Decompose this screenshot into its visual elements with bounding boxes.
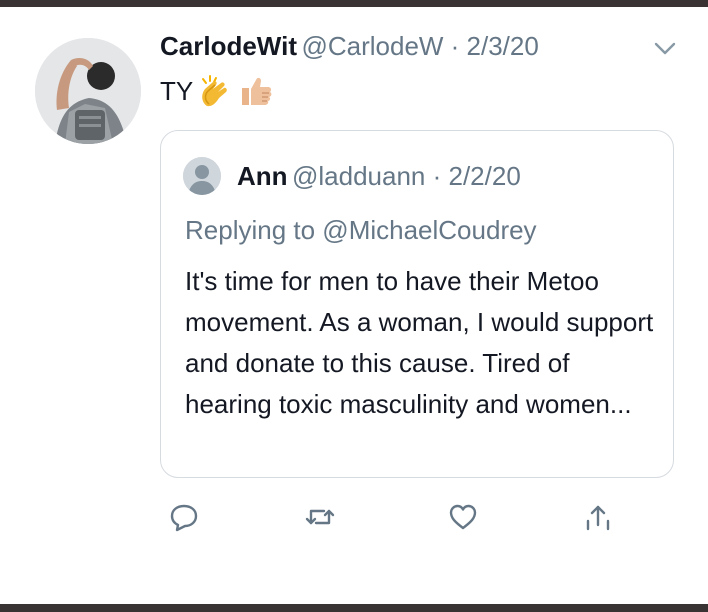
quoted-tweet-header: Ann @ladduann · 2/2/20: [237, 161, 521, 192]
tweet-header: CarlodeWit @CarlodeW · 2/3/20: [160, 31, 690, 65]
heart-icon: [449, 504, 477, 530]
chevron-down-icon[interactable]: [650, 37, 680, 59]
retweet-icon: [305, 509, 335, 525]
quoted-tweet-text: It's time for men to have their Metoo mo…: [185, 266, 654, 419]
quoted-display-name[interactable]: Ann: [237, 161, 288, 191]
replying-to[interactable]: Replying to @MichaelCoudrey: [185, 215, 537, 246]
default-avatar-icon[interactable]: [183, 157, 221, 195]
screenshot-frame: CarlodeWit @CarlodeW · 2/3/20 TY Ann @la…: [0, 0, 708, 612]
tweet[interactable]: CarlodeWit @CarlodeW · 2/3/20 TY Ann @la…: [0, 7, 708, 604]
retweet-button[interactable]: [300, 497, 340, 537]
action-bar: [160, 497, 680, 537]
clapping-hands-emoji: [199, 74, 233, 108]
share-button[interactable]: [578, 497, 618, 537]
speech-bubble-icon: [170, 504, 198, 532]
tweet-text: TY: [160, 71, 273, 111]
quoted-tweet[interactable]: Ann @ladduann · 2/2/20 Replying to @Mich…: [160, 130, 674, 478]
thumbs-up-emoji: [239, 74, 273, 108]
share-icon: [586, 505, 610, 531]
reply-button[interactable]: [164, 497, 204, 537]
handle-and-date[interactable]: @CarlodeW · 2/3/20: [301, 31, 538, 61]
profile-photo: [35, 38, 141, 144]
like-button[interactable]: [443, 497, 483, 537]
quoted-handle-and-date[interactable]: @ladduann · 2/2/20: [292, 161, 521, 191]
display-name[interactable]: CarlodeWit: [160, 31, 297, 61]
tweet-text-content: TY: [160, 75, 194, 106]
avatar[interactable]: [35, 38, 141, 144]
